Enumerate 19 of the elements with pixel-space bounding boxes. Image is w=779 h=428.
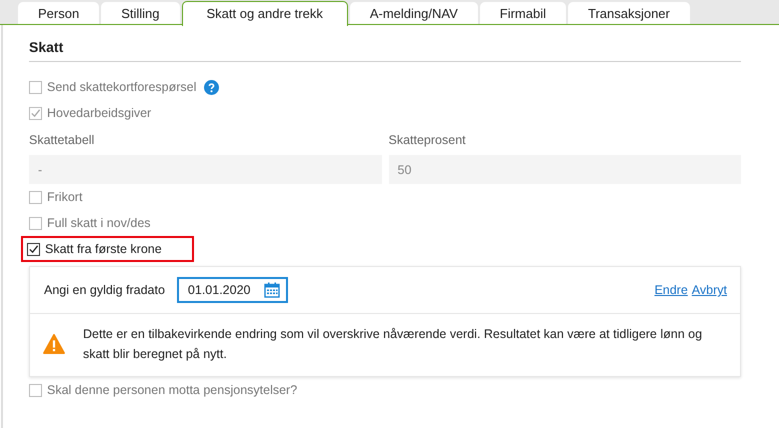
tab[interactable]: Firmabil bbox=[480, 2, 566, 24]
section-title: Skatt bbox=[29, 39, 64, 57]
link[interactable]: Avbryt bbox=[692, 283, 727, 297]
field-label: Skatteprosent bbox=[388, 132, 467, 149]
tab[interactable]: A-melding/NAV bbox=[350, 2, 478, 24]
date-label: Angi en gyldig fradato bbox=[44, 283, 165, 297]
checkbox-option[interactable]: Skatt fra første krone bbox=[23, 238, 192, 260]
tab[interactable]: Person bbox=[18, 2, 100, 24]
warning-message: Dette er en tilbakevirkende endring som vil overskrive nåværende verdi. Resultatet kan være at tidligere lønn og skatt blir beregnet på nytt. bbox=[83, 326, 704, 363]
tab[interactable]: Stilling bbox=[101, 2, 180, 24]
warning-icon bbox=[43, 334, 65, 354]
calendar-icon[interactable] bbox=[264, 282, 280, 298]
check-icon bbox=[30, 107, 41, 119]
link[interactable]: Endre bbox=[654, 283, 688, 297]
tab[interactable]: Transaksjoner bbox=[568, 2, 690, 24]
check-icon bbox=[28, 243, 39, 255]
field-label: Skattetabell bbox=[29, 132, 96, 149]
date-field[interactable]: 01.01.2020 bbox=[176, 277, 288, 303]
tab[interactable]: Skatt og andre trekk bbox=[182, 0, 348, 26]
